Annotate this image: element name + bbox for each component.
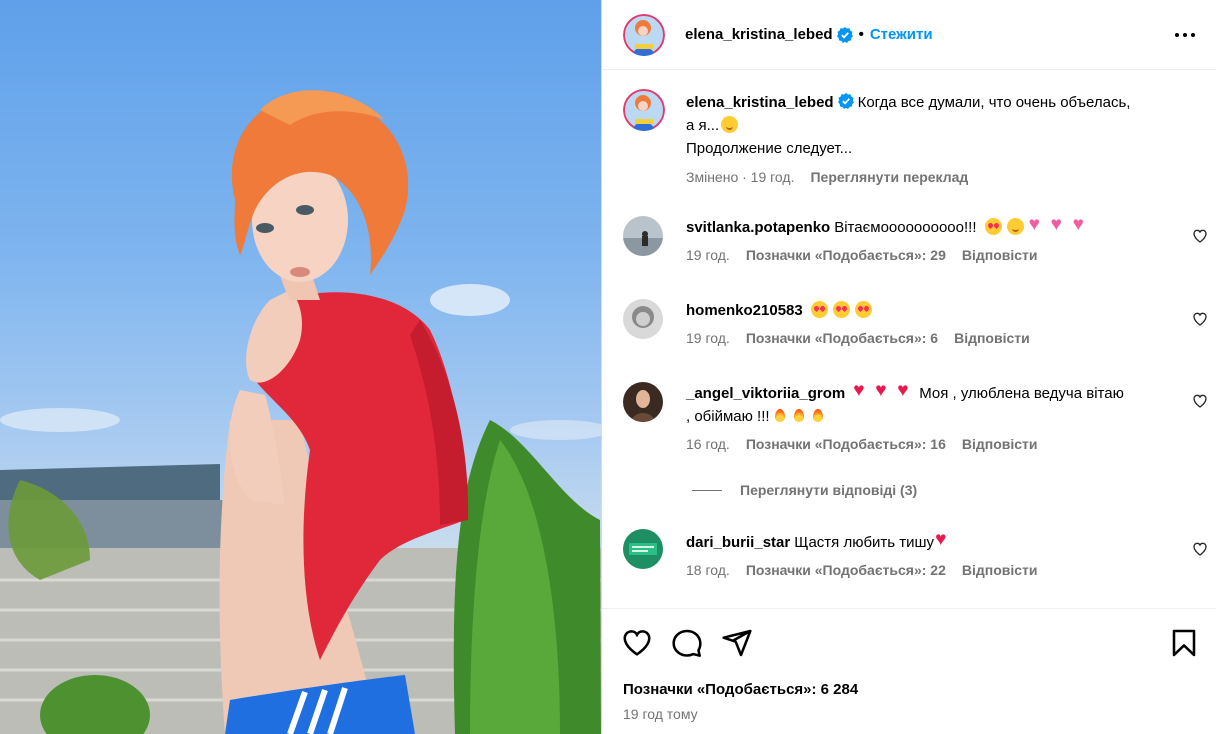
separator-dot: • xyxy=(858,26,864,43)
see-translation-link[interactable]: Переглянути переклад xyxy=(810,169,968,185)
comment-likes[interactable]: Позначки «Подобається»: 22 xyxy=(746,562,946,578)
like-comment-heart-icon[interactable] xyxy=(1192,393,1208,409)
comment-icon[interactable] xyxy=(671,627,703,659)
comment-avatar[interactable] xyxy=(623,529,663,569)
heart-eyes-emoji-icon xyxy=(854,301,872,318)
comment-likes[interactable]: Позначки «Подобається»: 6 xyxy=(746,330,938,346)
comment-avatar-image xyxy=(623,299,663,339)
author-avatar[interactable] xyxy=(623,13,665,56)
caption-avatar[interactable] xyxy=(623,89,665,131)
likes-count[interactable]: Позначки «Подобається»: 6 284 xyxy=(623,681,858,698)
comment-text: Щастя любить тишу xyxy=(794,534,935,551)
verified-icon xyxy=(837,93,854,109)
reply-button[interactable]: Відповісти xyxy=(954,330,1030,346)
comment-avatar-image xyxy=(623,529,663,569)
comment-time: 19 год. xyxy=(686,330,730,346)
red-heart-emoji-icon xyxy=(853,381,870,401)
comment-avatar[interactable] xyxy=(623,216,663,256)
comment-avatar-image xyxy=(623,382,663,422)
comment-likes[interactable]: Позначки «Подобається»: 16 xyxy=(746,436,946,452)
caption-username[interactable]: elena_kristina_lebed xyxy=(686,94,834,111)
comment-avatar-image xyxy=(623,216,663,256)
post-time: 19 год тому xyxy=(623,706,698,722)
verified-icon xyxy=(836,26,853,43)
red-heart-emoji-icon xyxy=(875,381,892,401)
like-comment-heart-icon[interactable] xyxy=(1192,541,1208,557)
hand-over-mouth-emoji-icon xyxy=(721,116,739,133)
author-avatar-image xyxy=(623,13,665,56)
comment-text: Вітаємоооооооооо!!! xyxy=(834,219,977,236)
post-photo[interactable] xyxy=(0,0,601,734)
heart-eyes-emoji-icon xyxy=(810,301,828,318)
fire-emoji-icon xyxy=(811,407,825,424)
comment-avatar[interactable] xyxy=(623,382,663,422)
reply-button[interactable]: Відповісти xyxy=(962,247,1038,263)
heart-icon[interactable] xyxy=(621,627,653,659)
sparkling-heart-emoji-icon xyxy=(1073,215,1090,235)
bookmark-icon[interactable] xyxy=(1168,627,1200,659)
smiling-hearts-emoji-icon xyxy=(1006,218,1024,235)
sparkling-heart-emoji-icon xyxy=(1051,215,1068,235)
comment-username[interactable]: svitlanka.potapenko xyxy=(686,219,830,236)
caption-avatar-image xyxy=(623,89,665,131)
comments-list[interactable]: elena_kristina_lebed Когда все думали, чт… xyxy=(602,71,1216,608)
comment-text: Моя , улюблена ведуча вітаю xyxy=(919,385,1124,402)
post-header: elena_kristina_lebed • Стежити xyxy=(602,0,1216,70)
share-icon[interactable] xyxy=(721,627,753,659)
comment-time: 19 год. xyxy=(686,247,730,263)
caption-line-3: Продолжение следует... xyxy=(686,140,853,157)
fire-emoji-icon xyxy=(773,407,787,424)
like-comment-heart-icon[interactable] xyxy=(1192,228,1208,244)
comment-time: 18 год. xyxy=(686,562,730,578)
red-heart-emoji-icon xyxy=(897,381,914,401)
comment-text-line-2: , обіймаю !!! xyxy=(686,408,770,425)
comment-username[interactable]: dari_burii_star xyxy=(686,534,790,551)
like-comment-heart-icon[interactable] xyxy=(1192,311,1208,327)
reply-button[interactable]: Відповісти xyxy=(962,436,1038,452)
author-username[interactable]: elena_kristina_lebed xyxy=(685,26,833,43)
red-heart-emoji-icon xyxy=(935,530,952,550)
comment-likes[interactable]: Позначки «Подобається»: 29 xyxy=(746,247,946,263)
sparkling-heart-emoji-icon xyxy=(1029,215,1046,235)
view-replies-label: Переглянути відповіді (3) xyxy=(740,482,918,498)
fire-emoji-icon xyxy=(792,407,806,424)
follow-button[interactable]: Стежити xyxy=(870,26,933,43)
caption-line-1: Когда все думали, что очень объелась, xyxy=(857,94,1131,111)
heart-eyes-emoji-icon xyxy=(984,218,1002,235)
more-options-icon[interactable] xyxy=(1172,22,1198,48)
reply-button[interactable]: Відповісти xyxy=(962,562,1038,578)
post-photo-illustration xyxy=(0,90,601,734)
comment-username[interactable]: _angel_viktoriia_grom xyxy=(686,385,845,402)
comment-username[interactable]: homenko210583 xyxy=(686,302,803,319)
view-replies-button[interactable]: Переглянути відповіді (3) xyxy=(692,482,917,498)
comment-avatar[interactable] xyxy=(623,299,663,339)
caption-line-2: а я... xyxy=(686,117,720,134)
comment-time: 16 год. xyxy=(686,436,730,452)
post-actions: Позначки «Подобається»: 6 284 19 год том… xyxy=(602,608,1216,734)
heart-eyes-emoji-icon xyxy=(832,301,850,318)
caption-edited-time: Змінено · 19 год. xyxy=(686,169,795,185)
post-panel: elena_kristina_lebed • Стежити elena_kri… xyxy=(601,0,1216,734)
